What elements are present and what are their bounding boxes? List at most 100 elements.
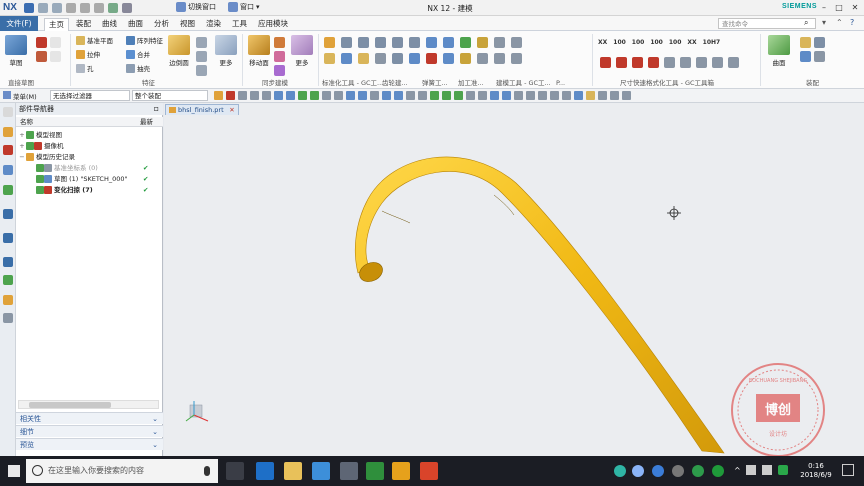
- tree-node-sketch[interactable]: 草图 (1) "SKETCH_000" ✔: [16, 174, 163, 184]
- gc-tool-icon[interactable]: [324, 53, 335, 64]
- tab-application[interactable]: 应用模块: [254, 18, 292, 30]
- file-menu-tab[interactable]: 文件(F): [0, 16, 38, 31]
- panel-details[interactable]: 细节 ⌄: [16, 425, 163, 437]
- tree-node-cameras[interactable]: + 摄像机: [16, 141, 163, 151]
- checkbox-icon[interactable]: [36, 186, 44, 194]
- view-tool-icon[interactable]: [610, 91, 619, 100]
- command-search-input[interactable]: 查找命令: [718, 18, 816, 29]
- view-tool-icon[interactable]: [622, 91, 631, 100]
- collapse-icon[interactable]: −: [19, 152, 25, 162]
- settings-icon[interactable]: [3, 107, 13, 117]
- maximize-button[interactable]: □: [832, 1, 846, 14]
- dropdown-icon[interactable]: [50, 51, 61, 62]
- dim-tool-icon[interactable]: [600, 57, 611, 68]
- machining-icon[interactable]: [460, 53, 471, 64]
- spring-icon[interactable]: [426, 37, 437, 48]
- repeat-command-icon[interactable]: [122, 3, 132, 13]
- view-tool-icon[interactable]: [538, 91, 547, 100]
- move-component-icon[interactable]: [800, 51, 811, 62]
- column-name[interactable]: 名称: [20, 117, 33, 127]
- notification-icon[interactable]: [842, 464, 854, 476]
- tab-tools[interactable]: 工具: [228, 18, 251, 30]
- snap-icon[interactable]: [478, 91, 487, 100]
- help-icon[interactable]: ?: [850, 18, 854, 27]
- gc-tool-icon[interactable]: [358, 37, 369, 48]
- reuse-library-icon[interactable]: [3, 185, 13, 195]
- dim-tool-icon[interactable]: [712, 57, 723, 68]
- dim-format-button[interactable]: 100: [632, 39, 645, 46]
- unite-button[interactable]: 合并: [126, 49, 150, 59]
- profile-icon[interactable]: [36, 37, 47, 48]
- tree-node-model-history[interactable]: − 模型历史记录: [16, 152, 163, 162]
- snap-icon[interactable]: [490, 91, 499, 100]
- draft-icon[interactable]: [196, 51, 207, 62]
- gear-icon[interactable]: [409, 53, 420, 64]
- nx-app-icon[interactable]: [392, 462, 410, 480]
- pin-icon[interactable]: ▫: [154, 103, 159, 115]
- graphics-window[interactable]: bhsl_finish.prt ✕ 博创 设计坊 BOCHUANG SHEJIB…: [164, 103, 864, 456]
- edge-blend-button[interactable]: 边倒圆: [166, 35, 192, 67]
- menu-button[interactable]: 菜单(M): [13, 91, 37, 101]
- spring-icon[interactable]: [443, 37, 454, 48]
- surface-button[interactable]: 曲面: [766, 35, 792, 67]
- spring-icon[interactable]: [443, 53, 454, 64]
- scrollbar-thumb[interactable]: [29, 402, 111, 408]
- machining-icon[interactable]: [477, 37, 488, 48]
- dim-format-button[interactable]: 100: [613, 39, 626, 46]
- mail-icon[interactable]: [340, 462, 358, 480]
- dim-format-button[interactable]: XX: [687, 39, 696, 46]
- gc-tool-icon[interactable]: [341, 53, 352, 64]
- more-features-button[interactable]: 更多: [214, 35, 238, 67]
- snap-icon[interactable]: [310, 91, 319, 100]
- tray-app-icon[interactable]: [692, 465, 704, 477]
- system-materials-icon[interactable]: [3, 275, 13, 285]
- tray-expand-icon[interactable]: ^: [734, 466, 741, 475]
- ribbon-minimize-icon[interactable]: ⌃: [836, 18, 843, 27]
- tab-curve[interactable]: 曲线: [98, 18, 121, 30]
- tree-node-variational-sweep[interactable]: 变化扫掠 (7) ✔: [16, 185, 163, 195]
- swept-tube-model[interactable]: [354, 156, 725, 454]
- touch-mode-icon[interactable]: [108, 3, 118, 13]
- cut-icon[interactable]: [66, 3, 76, 13]
- panel-dependencies[interactable]: 相关性 ⌄: [16, 412, 163, 424]
- assembly-tool-icon[interactable]: [814, 51, 825, 62]
- clock[interactable]: 0:16 2018/6/9: [796, 462, 836, 480]
- process-studio-icon[interactable]: [3, 295, 13, 305]
- snap-icon[interactable]: [442, 91, 451, 100]
- constraint-navigator-icon[interactable]: [3, 145, 13, 155]
- dim-tool-icon[interactable]: [696, 57, 707, 68]
- tab-home[interactable]: 主页: [44, 18, 69, 31]
- gear-icon[interactable]: [392, 53, 403, 64]
- window-menu-button[interactable]: 窗口 ▾: [228, 2, 260, 12]
- roles-icon[interactable]: [3, 313, 13, 323]
- checkbox-icon[interactable]: [36, 175, 44, 183]
- gc-tool-icon[interactable]: [375, 37, 386, 48]
- snap-icon[interactable]: [346, 91, 355, 100]
- file-explorer-icon[interactable]: [284, 462, 302, 480]
- view-tool-icon[interactable]: [574, 91, 583, 100]
- copy-icon[interactable]: [80, 3, 90, 13]
- tray-app-icon[interactable]: [632, 465, 644, 477]
- web-browser-icon[interactable]: [3, 233, 13, 243]
- horizontal-scrollbar[interactable]: [18, 400, 159, 409]
- snap-icon[interactable]: [454, 91, 463, 100]
- view-tool-icon[interactable]: [514, 91, 523, 100]
- snap-icon[interactable]: [406, 91, 415, 100]
- more-sync-button[interactable]: 更多: [290, 35, 314, 67]
- snap-icon[interactable]: [238, 91, 247, 100]
- trim-body-icon[interactable]: [196, 65, 207, 76]
- tray-app-icon[interactable]: [652, 465, 664, 477]
- tree-node-datum-csys[interactable]: 基准坐标系 (0) ✔: [16, 163, 163, 173]
- select-icon[interactable]: [214, 91, 223, 100]
- task-view-icon[interactable]: [226, 462, 244, 480]
- redo-icon[interactable]: [52, 3, 62, 13]
- snap-icon[interactable]: [358, 91, 367, 100]
- dim-tool-icon[interactable]: [632, 57, 643, 68]
- snap-icon[interactable]: [382, 91, 391, 100]
- tab-analysis[interactable]: 分析: [150, 18, 173, 30]
- paste-icon[interactable]: [94, 3, 104, 13]
- windows-start-icon[interactable]: [8, 465, 20, 477]
- part-navigator-icon[interactable]: [3, 165, 13, 175]
- pull-face-icon[interactable]: [274, 37, 285, 48]
- gc-tool-icon[interactable]: [358, 53, 369, 64]
